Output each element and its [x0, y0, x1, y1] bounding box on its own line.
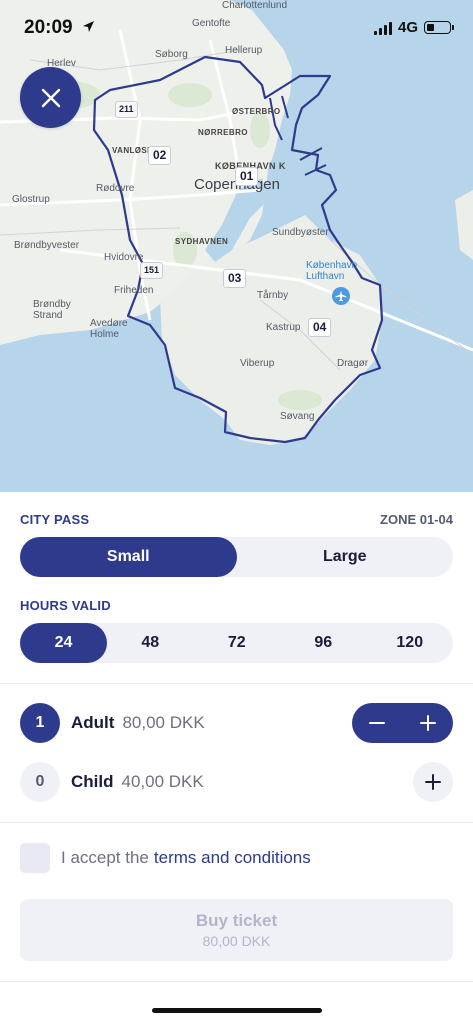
- terms-link[interactable]: terms and conditions: [154, 848, 311, 868]
- map-label: Brøndbyvester: [14, 240, 80, 251]
- terms-checkbox[interactable]: [20, 843, 50, 873]
- adult-decrement-button[interactable]: [366, 712, 388, 734]
- ticket-price: 40,00 DKK: [121, 772, 204, 791]
- hours-option-120[interactable]: 120: [367, 623, 454, 663]
- ticket-panel: CITY PASS ZONE 01-04 Small Large HOURS V…: [0, 492, 473, 1024]
- map-label: Tårnby: [257, 290, 289, 301]
- ticket-row-adult: 1 Adult 80,00 DKK: [20, 703, 453, 743]
- hours-label: HOURS VALID: [20, 598, 111, 613]
- divider: [0, 822, 473, 823]
- divider: [0, 981, 473, 982]
- map-label: Kastrup: [266, 322, 301, 333]
- map-label: Rødovre: [96, 183, 135, 194]
- road-shield: 151: [140, 262, 164, 279]
- plus-icon: [425, 774, 441, 790]
- location-arrow-icon: [82, 20, 95, 38]
- buy-ticket-button[interactable]: Buy ticket 80,00 DKK: [20, 899, 453, 961]
- status-bar: 20:09 4G: [0, 0, 473, 56]
- zone-map[interactable]: Charlottenlund Gentofte Herlev Søborg He…: [0, 0, 473, 492]
- close-icon: [41, 88, 60, 107]
- divider: [0, 683, 473, 684]
- map-label: Avedøre Holme: [90, 318, 128, 340]
- size-option-large[interactable]: Large: [237, 537, 454, 577]
- map-label: København Lufthavn: [306, 260, 358, 282]
- map-label: NØRREBRO: [198, 128, 248, 137]
- map-label: Friheden: [114, 285, 154, 296]
- plus-icon: [420, 715, 436, 731]
- map-label: SYDHAVNEN: [175, 237, 229, 246]
- hours-option-72[interactable]: 72: [194, 623, 281, 663]
- map-label: Sundbyøster: [272, 227, 329, 238]
- zone-marker: 01: [235, 167, 259, 186]
- signal-icon: [373, 21, 392, 35]
- map-label: Søvang: [280, 411, 315, 422]
- adult-quantity-stepper: [352, 703, 453, 743]
- battery-icon: [424, 21, 454, 34]
- minus-icon: [369, 722, 385, 724]
- map-label: Glostrup: [12, 194, 50, 205]
- pass-type-label: CITY PASS: [20, 512, 90, 527]
- ticket-price: 80,00 DKK: [122, 713, 205, 732]
- ticket-row-child: 0 Child 40,00 DKK: [20, 762, 453, 802]
- zone-marker: 03: [223, 269, 247, 288]
- child-count-badge: 0: [20, 762, 60, 802]
- hours-selector: 24 48 72 96 120: [20, 623, 453, 663]
- zone-marker: 04: [308, 318, 332, 337]
- airport-icon: [332, 287, 350, 305]
- hours-option-24[interactable]: 24: [20, 623, 107, 663]
- adult-count-badge: 1: [20, 703, 60, 743]
- map-label: Brøndby Strand: [33, 299, 71, 321]
- map-label: VANLØSE: [112, 146, 153, 155]
- map-label: ØSTERBRO: [232, 107, 281, 116]
- zone-label: ZONE 01-04: [380, 512, 453, 527]
- map-label: Dragør: [337, 358, 369, 369]
- buy-ticket-label: Buy ticket: [195, 911, 278, 930]
- network-type: 4G: [397, 19, 418, 36]
- road-shield: 211: [115, 101, 138, 118]
- terms-row: I accept the terms and conditions: [20, 842, 311, 874]
- zone-marker: 02: [148, 146, 172, 165]
- close-button[interactable]: [20, 67, 81, 128]
- hours-option-96[interactable]: 96: [280, 623, 367, 663]
- adult-increment-button[interactable]: [417, 712, 439, 734]
- buy-ticket-total: 80,00 DKK: [202, 933, 271, 949]
- map-label: Hvidovre: [104, 252, 144, 263]
- size-option-small[interactable]: Small: [20, 537, 237, 577]
- hours-option-48[interactable]: 48: [107, 623, 194, 663]
- map-label: Viberup: [240, 358, 275, 369]
- home-indicator: [152, 1008, 322, 1013]
- child-increment-button[interactable]: [413, 762, 453, 802]
- terms-text: I accept the: [61, 848, 149, 867]
- status-time: 20:09: [24, 17, 73, 38]
- ticket-name: Adult: [71, 713, 115, 732]
- ticket-name: Child: [71, 772, 114, 791]
- size-selector: Small Large: [20, 537, 453, 577]
